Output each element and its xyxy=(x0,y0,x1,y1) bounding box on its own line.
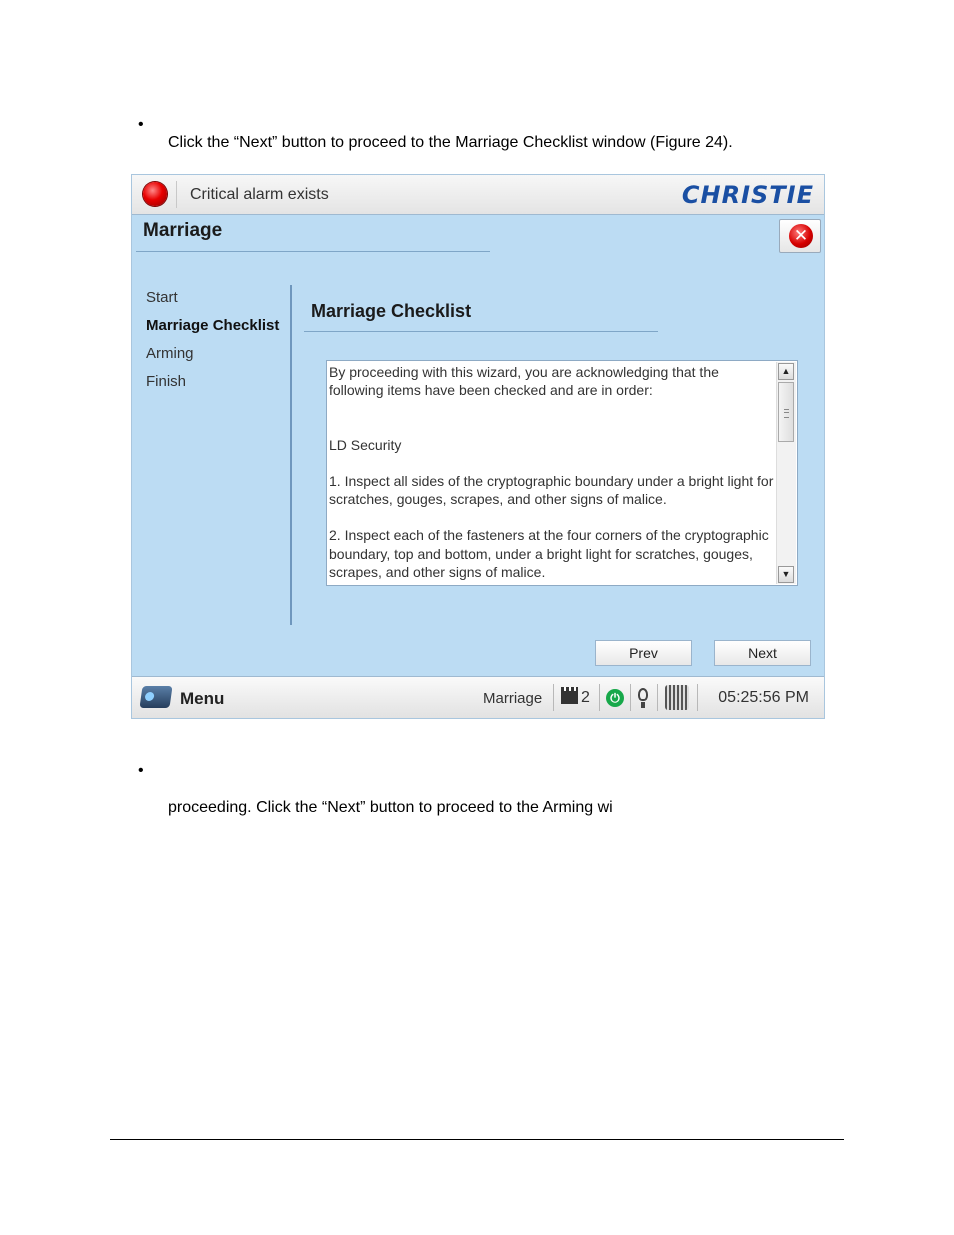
divider xyxy=(657,684,658,711)
divider xyxy=(176,181,177,208)
power-icon[interactable]: ⏻ xyxy=(606,689,624,707)
close-button[interactable]: ✕ xyxy=(779,219,821,253)
instruction-text-2: proceeding. Click the “Next” button to p… xyxy=(168,799,613,816)
alarm-status-text[interactable]: Critical alarm exists xyxy=(190,186,329,204)
checklist-item-1: 1. Inspect all sides of the cryptographi… xyxy=(329,472,774,508)
marriage-wizard-screenshot: Critical alarm exists CHRISTIE Marriage … xyxy=(131,174,825,719)
wizard-steps: Start Marriage Checklist Arming Finish xyxy=(146,288,279,400)
window-title: Marriage xyxy=(143,220,223,241)
divider xyxy=(630,684,631,711)
bullet-2: • xyxy=(138,762,144,779)
checklist-heading: LD Security xyxy=(329,436,402,453)
divider xyxy=(697,684,698,711)
scroll-up-icon[interactable]: ▲ xyxy=(778,363,794,380)
grip-icon xyxy=(784,409,789,418)
instruction-text-1: Click the “Next” button to proceed to th… xyxy=(168,134,733,151)
next-button[interactable]: Next xyxy=(714,640,811,666)
status-bar: Menu Marriage 2 ⏻ 05:25:56 PM xyxy=(132,676,824,718)
checklist-textbox[interactable]: By proceeding with this wizard, you are … xyxy=(326,360,798,586)
step-finish: Finish xyxy=(146,373,187,390)
title-underline xyxy=(136,251,490,252)
alarm-bar: Critical alarm exists CHRISTIE xyxy=(132,175,824,215)
step-arming: Arming xyxy=(146,345,194,362)
clapperboard-icon[interactable] xyxy=(561,687,578,704)
cooling-fan-icon[interactable] xyxy=(665,685,689,710)
close-icon: ✕ xyxy=(789,224,813,248)
checklist-item-2: 2. Inspect each of the fasteners at the … xyxy=(329,527,769,581)
alarm-red-icon[interactable] xyxy=(143,182,167,206)
christie-logo: CHRISTIE xyxy=(681,181,814,209)
prev-button[interactable]: Prev xyxy=(595,640,692,666)
bullet-1: • xyxy=(138,116,144,133)
scroll-down-icon[interactable]: ▼ xyxy=(778,566,794,583)
vertical-scrollbar[interactable]: ▲ ▼ xyxy=(776,362,796,584)
step-marriage-checklist: Marriage Checklist xyxy=(146,317,280,334)
checklist-content: By proceeding with this wizard, you are … xyxy=(329,363,775,581)
menu-button[interactable]: Menu xyxy=(180,689,224,709)
steps-divider xyxy=(290,285,292,625)
step-start: Start xyxy=(146,289,178,306)
checklist-intro: By proceeding with this wizard, you are … xyxy=(329,364,719,399)
clock-time: 05:25:56 PM xyxy=(718,689,809,706)
lamp-bulb-icon[interactable] xyxy=(638,688,648,708)
show-count: 2 xyxy=(581,689,590,706)
status-mode[interactable]: Marriage xyxy=(483,690,542,707)
projector-icon[interactable] xyxy=(139,686,173,708)
section-underline xyxy=(304,331,658,332)
section-title: Marriage Checklist xyxy=(311,301,472,321)
divider xyxy=(599,684,600,711)
scroll-thumb[interactable] xyxy=(778,382,794,442)
divider xyxy=(553,684,554,711)
footer-rule xyxy=(110,1139,844,1140)
